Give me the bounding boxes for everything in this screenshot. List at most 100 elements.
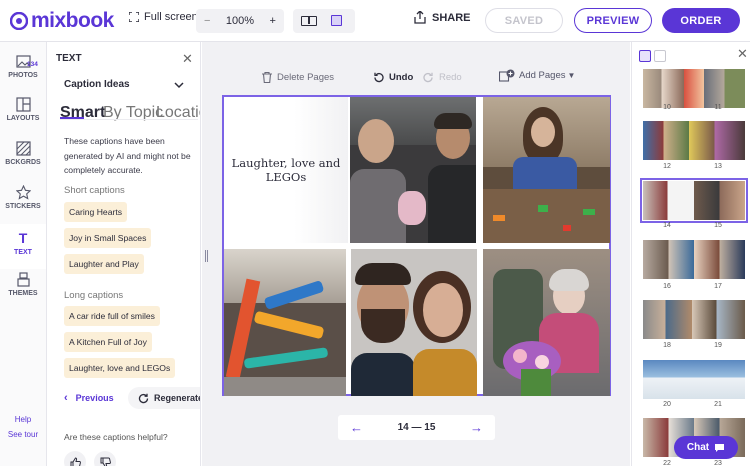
saved-button[interactable]: SAVED (485, 8, 563, 33)
grid-view-icon[interactable] (654, 50, 666, 62)
nav-layouts[interactable]: LAYOUTS (0, 97, 46, 122)
add-pages-label: Add Pages (519, 70, 566, 81)
ai-disclaimer: These captions have been generated by AI… (64, 136, 191, 175)
regenerate-label: Regenerate (154, 393, 201, 403)
zoom-in-button[interactable]: + (270, 15, 276, 27)
nav-photos-label: PHOTOS (8, 72, 38, 79)
tab-divider (60, 119, 198, 120)
nav-stickers[interactable]: STICKERS (0, 185, 46, 210)
fullscreen-label: Full screen (144, 11, 198, 23)
thumbnail-spread[interactable] (643, 360, 745, 399)
chevron-left-icon: ‹ (64, 392, 68, 404)
caption-ideas-header[interactable]: Caption Ideas (64, 79, 130, 90)
help-link[interactable]: Help (0, 415, 46, 424)
top-toolbar: mixbook Full screen − 100% + SHARE SAVED… (0, 0, 750, 42)
chat-button[interactable]: Chat (674, 436, 738, 459)
view-toggle (293, 9, 355, 33)
logo-text: mixbook (31, 9, 114, 32)
undo-icon (374, 72, 384, 83)
caption-chip[interactable]: A Kitchen Full of Joy (64, 332, 152, 352)
left-nav: 134 PHOTOS LAYOUTS BCKGRDS STICKERS T TE… (0, 42, 47, 466)
page-number: 23 (714, 460, 722, 466)
nav-backgrounds[interactable]: BCKGRDS (0, 141, 46, 166)
photo-girl-with-legos[interactable] (483, 97, 610, 243)
add-pages-button[interactable]: Add Pages ▼ (499, 69, 575, 82)
preview-button[interactable]: PREVIEW (574, 8, 652, 33)
chat-bubble-icon (715, 443, 725, 452)
page-pager: ← 14 — 15 → (338, 415, 495, 440)
caption-chip[interactable]: Joy in Small Spaces (64, 228, 152, 248)
page-number: 17 (714, 283, 722, 290)
nav-text-label: TEXT (14, 249, 32, 256)
nav-stickers-label: STICKERS (5, 203, 41, 210)
panel-resize-handle[interactable] (205, 250, 208, 262)
nav-photos[interactable]: 134 PHOTOS (0, 54, 46, 79)
page-number: 15 (714, 222, 722, 229)
caption-chip[interactable]: Laughter and Play (64, 254, 144, 274)
redo-button[interactable]: Redo (423, 72, 462, 83)
thumbnail-spread[interactable] (643, 69, 745, 108)
thumbnail-spread-selected[interactable] (640, 178, 748, 223)
thumbs-down-icon[interactable] (94, 451, 116, 466)
photo-grandmother-flowers[interactable] (483, 249, 610, 396)
page-number: 11 (714, 104, 722, 111)
page-number: 20 (663, 401, 671, 408)
nav-backgrounds-label: BCKGRDS (5, 159, 41, 166)
page-spread[interactable]: Laughter, love and LEGOs (222, 95, 611, 396)
regenerate-button[interactable]: Regenerate (128, 387, 201, 409)
arrow-left-icon[interactable]: ← (350, 420, 363, 435)
mixbook-logo[interactable]: mixbook (10, 9, 114, 33)
nav-themes[interactable]: THEMES (0, 272, 46, 297)
close-panel-icon[interactable]: ✕ (182, 51, 193, 67)
long-captions-heading: Long captions (64, 290, 124, 301)
spread-caption-text[interactable]: Laughter, love and LEGOs (224, 97, 348, 243)
page-number: 12 (663, 163, 671, 170)
add-pages-icon (499, 69, 515, 82)
share-button[interactable]: SHARE (414, 11, 471, 24)
list-view-icon[interactable] (639, 50, 651, 62)
delete-pages-label: Delete Pages (277, 72, 335, 83)
thumbnail-spread[interactable] (643, 300, 745, 339)
thumbnail-spread[interactable] (643, 121, 745, 160)
delete-pages-button[interactable]: Delete Pages (262, 72, 334, 83)
zoom-value: 100% (225, 15, 255, 27)
caret-down-icon: ▼ (567, 71, 576, 80)
nav-text[interactable]: T TEXT (0, 230, 46, 257)
see-tour-link[interactable]: See tour (0, 430, 46, 439)
background-icon (15, 141, 31, 156)
theme-icon (16, 272, 30, 287)
arrow-right-icon[interactable]: → (470, 420, 483, 435)
page-number: 13 (714, 163, 722, 170)
zoom-out-button[interactable]: − (204, 15, 210, 27)
order-button[interactable]: ORDER (662, 8, 740, 33)
layout-icon (15, 97, 31, 112)
page-range: 14 — 15 (397, 422, 436, 433)
caption-chip[interactable]: A car ride full of smiles (64, 306, 160, 326)
page-number: 19 (714, 342, 722, 349)
undo-button[interactable]: Undo (373, 72, 413, 83)
zoom-control: − 100% + (196, 9, 284, 33)
photo-couple-selfie[interactable] (351, 249, 477, 396)
photo-toy-track[interactable] (224, 249, 346, 396)
thumbnail-spread[interactable] (643, 240, 745, 279)
thumbs-up-icon[interactable] (64, 451, 86, 466)
photo-car-selfie[interactable] (350, 97, 476, 243)
single-page-view-icon[interactable] (331, 15, 342, 26)
caption-chip[interactable]: Caring Hearts (64, 202, 128, 222)
refresh-icon (138, 393, 149, 403)
caption-chip[interactable]: Laughter, love and LEGOs (64, 358, 176, 378)
page-number: 16 (663, 283, 671, 290)
short-captions-heading: Short captions (64, 185, 125, 196)
page-number: 21 (714, 401, 722, 408)
page-thumbnails-sidebar: ✕ 10 11 12 13 14 15 16 17 18 19 20 21 22… (631, 42, 750, 466)
close-sidebar-icon[interactable]: ✕ (737, 46, 748, 62)
previous-button[interactable]: ‹ Previous (64, 392, 114, 404)
fullscreen-button[interactable]: Full screen (129, 11, 198, 23)
spread-view-icon[interactable] (301, 16, 317, 26)
panel-title: TEXT (56, 53, 82, 64)
logo-mark-icon (10, 12, 28, 30)
text-icon: T (18, 230, 28, 246)
chevron-down-icon[interactable] (174, 81, 184, 89)
chat-label: Chat (686, 442, 710, 453)
share-icon (414, 11, 426, 24)
